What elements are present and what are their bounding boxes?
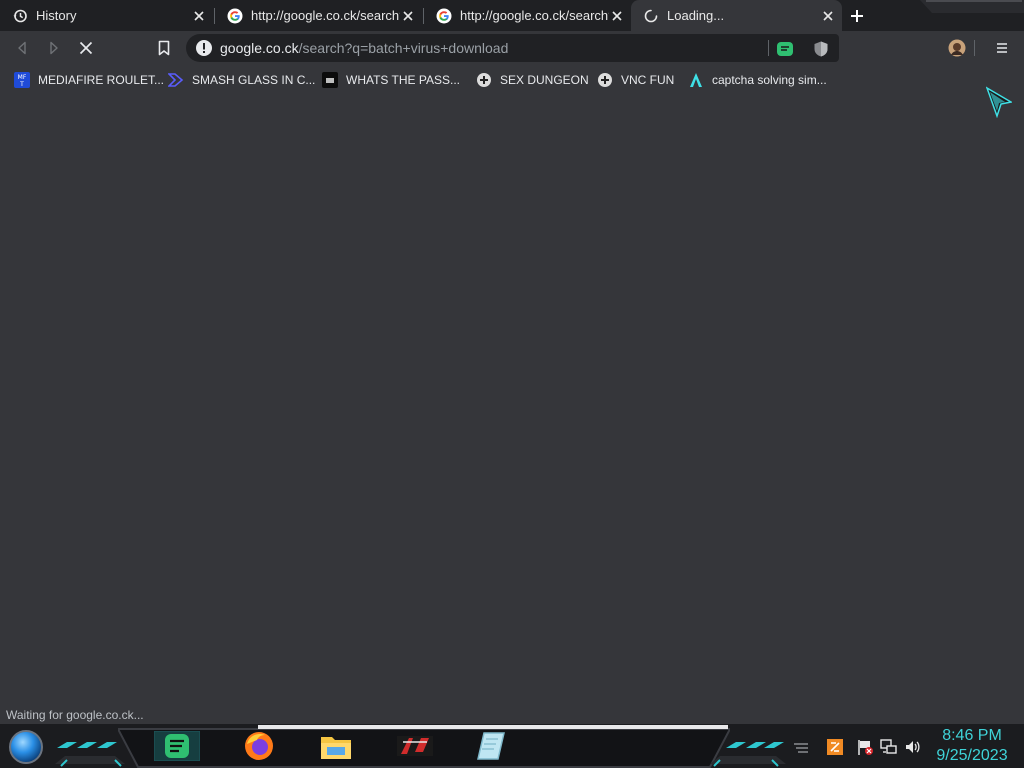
url-path: /search?q=batch+virus+download: [298, 40, 509, 56]
taskbar-decoration-right: [710, 742, 786, 767]
hamburger-menu-icon: [997, 43, 1007, 53]
close-icon: [79, 41, 93, 55]
taskbar-app-chat[interactable]: [152, 729, 202, 763]
bookmark-label: WHATS THE PASS...: [346, 73, 461, 87]
google-icon: [436, 8, 452, 23]
info-icon[interactable]: [195, 39, 213, 57]
bookmarks-bar: MF T MEDIAFIRE ROULET... SMASH GLASS IN …: [0, 65, 1024, 95]
tab-loading[interactable]: Loading...: [631, 0, 842, 31]
close-icon[interactable]: [820, 8, 836, 24]
taskbar: 8:46 PM 9/25/2023: [0, 724, 1024, 768]
taskbar-decoration-left: [55, 742, 125, 767]
forward-button[interactable]: [42, 36, 66, 60]
bookmark-label: MEDIAFIRE ROULET...: [38, 73, 165, 87]
tab-google-search-2[interactable]: http://google.co.ck/search?q: [424, 0, 631, 31]
close-icon[interactable]: [191, 8, 207, 24]
tab-title: http://google.co.ck/search?q: [460, 8, 609, 23]
toolbar: google.co.ck/search?q=batch+virus+downlo…: [0, 31, 1024, 65]
status-bubble: Waiting for google.co.ck...: [0, 705, 150, 725]
dungeon-icon: [477, 73, 491, 87]
tab-strip: History http://google.co.ck/search?q htt…: [0, 0, 1024, 31]
tab-title: http://google.co.ck/search?q: [251, 8, 400, 23]
file-explorer-icon: [321, 737, 351, 759]
screen: History http://google.co.ck/search?q htt…: [0, 0, 1024, 768]
profile-avatar-button[interactable]: [945, 36, 969, 60]
bookmark-sex-dungeon[interactable]: SEX DUNGEON: [476, 71, 589, 89]
mediafire-icon: MF T: [14, 72, 30, 88]
new-tab-button[interactable]: [846, 5, 868, 27]
taskbar-app-file-explorer[interactable]: [311, 729, 361, 763]
action-center-flag-icon[interactable]: [856, 738, 874, 756]
bookmark-captcha-solving[interactable]: captcha solving sim...: [688, 71, 827, 89]
volume-icon[interactable]: [904, 738, 922, 756]
menu-button[interactable]: [990, 36, 1014, 60]
tab-title: Loading...: [667, 8, 725, 23]
plus-icon: [851, 10, 863, 22]
firefox-icon: [245, 732, 273, 760]
taskbar-app-notepad[interactable]: [466, 729, 516, 763]
taskbar-app-game[interactable]: [390, 729, 440, 763]
notepad-icon: [477, 732, 505, 760]
tab-title: History: [36, 8, 77, 23]
page-content: [0, 95, 1024, 724]
bookmark-smash-glass[interactable]: SMASH GLASS IN C...: [168, 71, 315, 89]
address-bar-divider: [768, 40, 769, 56]
forward-arrow-icon: [50, 41, 58, 55]
bookmark-label: SMASH GLASS IN C...: [192, 73, 316, 87]
google-icon: [227, 8, 243, 23]
vnc-icon: [598, 73, 612, 87]
window-frame-decoration: [920, 0, 1024, 13]
history-icon: [13, 9, 27, 22]
url-host: google.co.ck: [220, 40, 299, 56]
clock-date: 9/25/2023: [936, 747, 1008, 764]
svg-text:T: T: [19, 81, 24, 88]
bookmark-label: SEX DUNGEON: [500, 73, 589, 87]
tab-google-search-1[interactable]: http://google.co.ck/search?q: [215, 0, 422, 31]
svg-text:MF: MF: [18, 74, 27, 81]
mouse-cursor-icon: [986, 86, 1012, 118]
chat-app-icon: [154, 731, 200, 761]
network-icon[interactable]: [879, 738, 897, 756]
game-icon: [397, 736, 433, 756]
password-icon: [322, 72, 338, 88]
bookmark-mediafire-roulette[interactable]: MF T MEDIAFIRE ROULET...: [14, 71, 164, 89]
url-text[interactable]: google.co.ck/search?q=batch+virus+downlo…: [220, 40, 508, 56]
bookmark-label: VNC FUN: [621, 73, 675, 87]
bookmark-icon: [158, 40, 170, 56]
close-icon[interactable]: [400, 8, 416, 24]
loading-spinner-icon: [644, 9, 658, 22]
smash-glass-icon: [168, 73, 184, 87]
taskbar-app-firefox[interactable]: [234, 729, 284, 763]
address-bar[interactable]: google.co.ck/search?q=batch+virus+downlo…: [186, 34, 839, 62]
system-clock[interactable]: 8:46 PM 9/25/2023: [930, 726, 1014, 766]
bookmark-vnc-fun[interactable]: VNC FUN: [597, 71, 674, 89]
update-tray-icon[interactable]: [826, 738, 844, 756]
back-button[interactable]: [10, 36, 34, 60]
shield-extension-icon[interactable]: [812, 40, 830, 58]
bookmark-button[interactable]: [152, 36, 176, 60]
back-arrow-icon: [18, 41, 26, 55]
close-icon[interactable]: [609, 8, 625, 24]
bookmark-whats-the-password[interactable]: WHATS THE PASS...: [322, 71, 460, 89]
tab-history[interactable]: History: [0, 0, 213, 31]
toolbar-divider: [974, 40, 975, 56]
chat-extension-icon[interactable]: [776, 40, 794, 58]
captcha-icon: [690, 73, 702, 87]
show-hidden-icons-icon[interactable]: [792, 738, 810, 756]
avatar: [948, 39, 966, 57]
clock-time: 8:46 PM: [942, 727, 1002, 744]
start-button[interactable]: [7, 729, 45, 765]
stop-loading-button[interactable]: [74, 36, 98, 60]
bookmark-label: captcha solving sim...: [712, 73, 827, 87]
